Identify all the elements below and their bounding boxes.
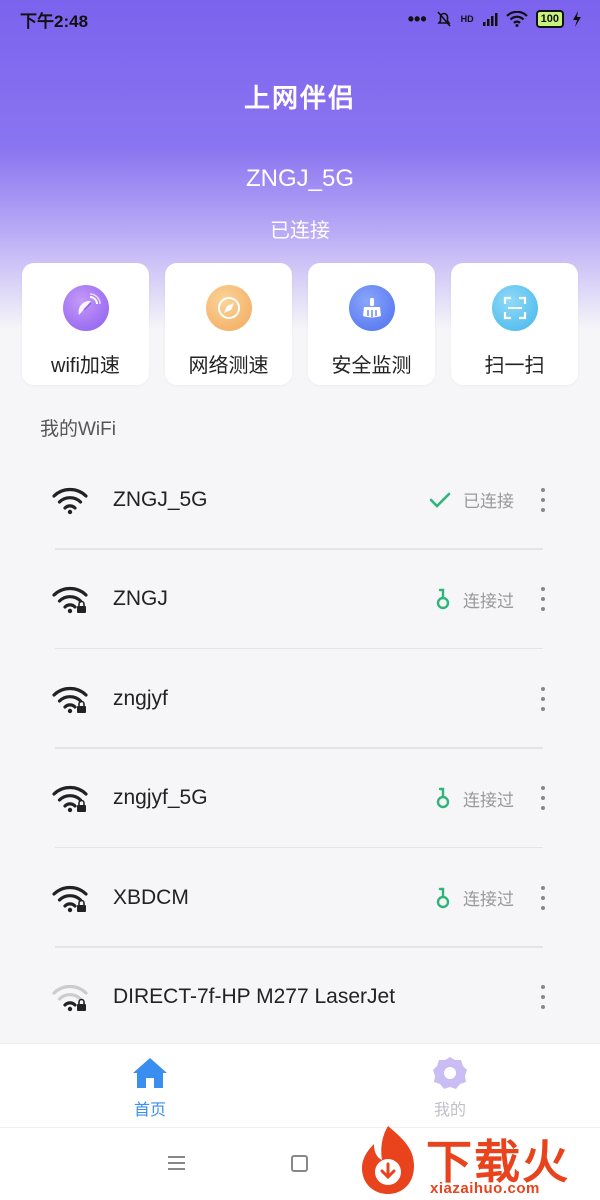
bottom-tab-bar: 首页 我的 <box>0 1043 600 1127</box>
scan-button[interactable]: 扫一扫 <box>451 263 578 385</box>
signal-label: HD <box>460 14 474 24</box>
wifi-status-label: 已连接 <box>463 492 514 512</box>
wifi-status: 连接过 <box>435 885 514 910</box>
wifi-status-icon <box>505 11 528 27</box>
wifi-name: zngjyf_5G <box>113 786 208 810</box>
speed-test-button[interactable]: 网络测速 <box>165 263 292 385</box>
tab-label: 首页 <box>133 1102 166 1119</box>
wifi-list-item[interactable]: zngjyf <box>0 649 600 749</box>
scan-icon <box>491 285 538 331</box>
action-label: wifi加速 <box>51 355 120 377</box>
more-options-icon[interactable] <box>540 885 546 910</box>
wifi-list-item[interactable]: DIRECT-7f-HP M277 LaserJet <box>0 948 600 1048</box>
broom-icon <box>348 285 395 331</box>
more-dots-icon: ••• <box>407 8 427 29</box>
wifi-locked-icon <box>52 885 88 912</box>
wifi-status: 连接过 <box>435 786 514 811</box>
wifi-signal-icon <box>52 487 88 514</box>
wifi-locked-icon <box>52 587 88 614</box>
tab-mine[interactable]: 我的 <box>300 1044 600 1127</box>
wifi-list-item[interactable]: ZNGJ_5G 已连接 <box>0 450 600 550</box>
key-icon <box>436 788 450 809</box>
wifi-weak-locked-icon <box>52 985 88 1012</box>
wifi-list: ZNGJ_5G 已连接 ZNGJ 连接过 zngjyf zngjyf_5G 连接… <box>0 450 600 1047</box>
flame-logo-icon <box>362 1126 414 1194</box>
key-icon <box>436 887 450 908</box>
connection-status: 已连接 <box>270 220 330 242</box>
action-label: 安全监测 <box>331 355 412 377</box>
wifi-status: 连接过 <box>435 587 514 612</box>
action-label: 扫一扫 <box>484 355 545 377</box>
gear-icon <box>433 1057 467 1089</box>
security-check-button[interactable]: 安全监测 <box>308 263 435 385</box>
wifi-name: ZNGJ <box>113 587 168 611</box>
more-options-icon[interactable] <box>540 487 546 512</box>
wifi-locked-icon <box>52 686 88 713</box>
status-time: 下午2:48 <box>20 11 89 31</box>
wifi-name: ZNGJ_5G <box>113 487 208 511</box>
wifi-status-label: 连接过 <box>463 790 514 810</box>
home-nav-icon[interactable] <box>291 1155 308 1172</box>
action-label: 网络测速 <box>188 355 269 377</box>
wifi-status-label: 连接过 <box>463 591 514 611</box>
signal-icon <box>482 13 498 26</box>
more-options-icon[interactable] <box>540 587 546 612</box>
app-title: 上网伴侣 <box>243 83 356 113</box>
current-ssid: ZNGJ_5G <box>245 165 355 192</box>
wifi-status: 已连接 <box>429 487 514 512</box>
compass-icon <box>205 285 252 331</box>
wifi-list-item[interactable]: ZNGJ 连接过 <box>0 550 600 649</box>
mute-bell-icon <box>437 11 451 27</box>
check-icon <box>429 492 451 508</box>
satellite-dish-icon <box>62 285 109 331</box>
home-icon <box>133 1058 167 1088</box>
status-icons: ••• HD 100 <box>408 9 582 30</box>
wifi-name: XBDCM <box>113 885 189 909</box>
wifi-name: DIRECT-7f-HP M277 LaserJet <box>113 985 396 1009</box>
quick-actions: wifi加速 网络测速 安全监测 扫一扫 <box>22 263 578 385</box>
more-options-icon[interactable] <box>540 686 546 711</box>
wifi-list-item[interactable]: XBDCM 连接过 <box>0 848 600 948</box>
section-title: 我的WiFi <box>40 419 116 440</box>
more-options-icon[interactable] <box>540 985 546 1010</box>
wifi-status-label: 连接过 <box>463 890 514 910</box>
wifi-locked-icon <box>52 786 88 813</box>
battery-indicator: 100 <box>535 10 564 28</box>
wifi-boost-button[interactable]: wifi加速 <box>22 263 149 385</box>
tab-home[interactable]: 首页 <box>0 1044 300 1127</box>
tab-label: 我的 <box>433 1102 466 1119</box>
wifi-name: zngjyf <box>113 686 168 710</box>
menu-nav-icon[interactable] <box>168 1156 185 1170</box>
watermark-logo: 下载火 xiazaihuo.com <box>352 1122 600 1200</box>
key-icon <box>436 589 450 610</box>
status-bar: 下午2:48 ••• HD 100 <box>0 0 600 38</box>
more-options-icon[interactable] <box>540 786 546 811</box>
charging-icon <box>573 11 581 27</box>
watermark-domain: xiazaihuo.com <box>430 1180 540 1197</box>
wifi-list-item[interactable]: zngjyf_5G 连接过 <box>0 749 600 848</box>
